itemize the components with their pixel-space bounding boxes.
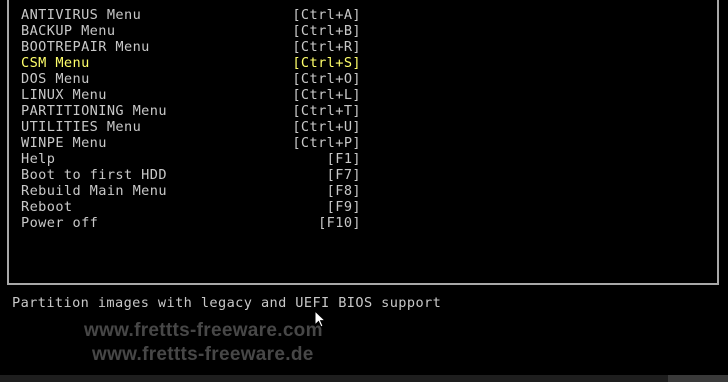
menu-item-reboot[interactable]: Reboot [F9] <box>21 199 361 215</box>
menu-item-hotkey: [Ctrl+B] <box>292 23 361 39</box>
mouse-pointer-icon <box>314 310 326 328</box>
menu-item-label: PARTITIONING Menu <box>21 103 167 119</box>
taskbar-tray <box>668 375 728 382</box>
menu-item-dos[interactable]: DOS Menu [Ctrl+O] <box>21 71 361 87</box>
menu-item-backup[interactable]: BACKUP Menu [Ctrl+B] <box>21 23 361 39</box>
menu-item-hotkey: [F1] <box>326 151 361 167</box>
menu-item-hotkey: [F9] <box>326 199 361 215</box>
menu-item-label: CSM Menu <box>21 55 90 71</box>
menu-item-label: Boot to first HDD <box>21 167 167 183</box>
menu-item-bootrepair[interactable]: BOOTREPAIR Menu [Ctrl+R] <box>21 39 361 55</box>
menu-item-label: DOS Menu <box>21 71 90 87</box>
menu-item-label: Reboot <box>21 199 73 215</box>
taskbar-strip <box>0 375 728 382</box>
menu-item-hotkey: [Ctrl+U] <box>292 119 361 135</box>
menu-item-label: WINPE Menu <box>21 135 107 151</box>
menu-item-antivirus[interactable]: ANTIVIRUS Menu [Ctrl+A] <box>21 7 361 23</box>
menu-item-hotkey: [Ctrl+A] <box>292 7 361 23</box>
menu-item-hotkey: [Ctrl+L] <box>292 87 361 103</box>
menu-item-hotkey: [Ctrl+T] <box>292 103 361 119</box>
status-description: Partition images with legacy and UEFI BI… <box>12 295 442 311</box>
menu-item-label: ANTIVIRUS Menu <box>21 7 142 23</box>
menu-item-hotkey: [F7] <box>326 167 361 183</box>
menu-item-label: UTILITIES Menu <box>21 119 142 135</box>
menu-item-power-off[interactable]: Power off [F10] <box>21 215 361 231</box>
menu-item-linux[interactable]: LINUX Menu [Ctrl+L] <box>21 87 361 103</box>
menu-item-label: BACKUP Menu <box>21 23 116 39</box>
menu-item-hotkey: [Ctrl+R] <box>292 39 361 55</box>
watermark-url-de: www.frettts-freeware.de <box>92 344 314 365</box>
menu-item-hotkey: [F10] <box>318 215 361 231</box>
menu-item-label: Power off <box>21 215 99 231</box>
watermark-url-com: www.frettts-freeware.com <box>84 320 323 341</box>
menu-item-label: BOOTREPAIR Menu <box>21 39 150 55</box>
menu-item-utilities[interactable]: UTILITIES Menu [Ctrl+U] <box>21 119 361 135</box>
boot-menu-screen: ANTIVIRUS Menu [Ctrl+A] BACKUP Menu [Ctr… <box>0 0 728 382</box>
menu-item-partitioning[interactable]: PARTITIONING Menu [Ctrl+T] <box>21 103 361 119</box>
menu-item-hotkey: [Ctrl+S] <box>292 55 361 71</box>
menu-item-hotkey: [Ctrl+P] <box>292 135 361 151</box>
menu-item-csm[interactable]: CSM Menu [Ctrl+S] <box>21 55 361 71</box>
menu-item-label: Rebuild Main Menu <box>21 183 167 199</box>
menu-item-winpe[interactable]: WINPE Menu [Ctrl+P] <box>21 135 361 151</box>
menu-item-boot-first-hdd[interactable]: Boot to first HDD [F7] <box>21 167 361 183</box>
menu-item-label: LINUX Menu <box>21 87 107 103</box>
menu-item-rebuild-main-menu[interactable]: Rebuild Main Menu [F8] <box>21 183 361 199</box>
menu-item-help[interactable]: Help [F1] <box>21 151 361 167</box>
menu-item-label: Help <box>21 151 56 167</box>
menu-item-hotkey: [F8] <box>326 183 361 199</box>
menu-item-hotkey: [Ctrl+O] <box>292 71 361 87</box>
